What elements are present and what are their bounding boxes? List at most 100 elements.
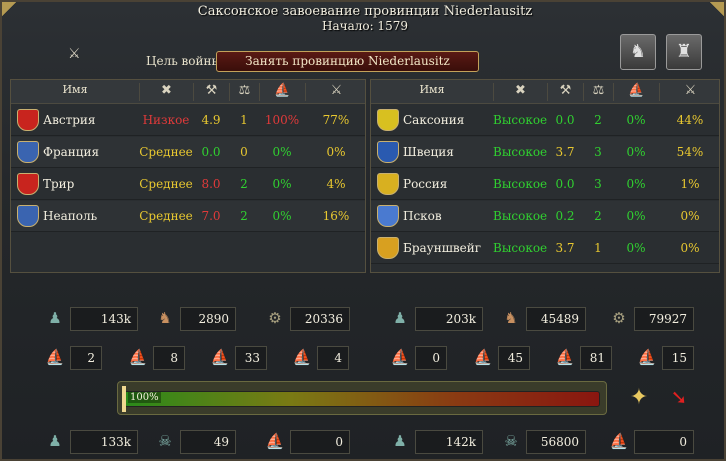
column-name[interactable]: Имя bbox=[371, 83, 493, 101]
galley-icon: ⛵ bbox=[210, 348, 230, 366]
cell-c3: 0% bbox=[626, 241, 646, 255]
war-score-track bbox=[124, 391, 600, 407]
cell-c3: 0% bbox=[272, 145, 292, 159]
attacker-light-ships-value: 8 bbox=[153, 346, 185, 370]
advisors-icon: ♜ bbox=[675, 41, 693, 62]
country-flag-icon bbox=[377, 237, 399, 259]
table-row[interactable]: Брауншвейг Высокое 3.7 1 0% 0% bbox=[371, 233, 719, 264]
cell-c2: 2 bbox=[240, 209, 248, 223]
ship-icon: ⛵ bbox=[609, 432, 629, 450]
cell-c1: 0.0 bbox=[555, 113, 575, 127]
crossed-swords-icon: ✖ bbox=[515, 83, 526, 98]
infantry-icon: ♟ bbox=[393, 432, 407, 450]
leaders-button[interactable]: ♞ bbox=[620, 34, 656, 70]
country-flag-icon bbox=[17, 141, 39, 163]
cell-c1: 0.2 bbox=[555, 209, 575, 223]
ship-icon: ⛵ bbox=[274, 83, 291, 98]
cell-c2: 3 bbox=[594, 145, 602, 159]
country-flag-icon bbox=[17, 173, 39, 195]
war-title: Саксонское завоевание провинции Niederla… bbox=[197, 4, 533, 19]
column-participation[interactable]: ⚔ bbox=[305, 83, 367, 101]
table-row[interactable]: Неаполь Среднее 7.0 2 0% 16% bbox=[11, 201, 365, 232]
defender-transports-value: 15 bbox=[662, 346, 694, 370]
country-flag-icon bbox=[377, 141, 399, 163]
cell-c2: 1 bbox=[594, 241, 602, 255]
advisors-button[interactable]: ♜ bbox=[666, 34, 702, 70]
defender-galleys-value: 81 bbox=[580, 346, 612, 370]
war-score-trend-icon: ➘ bbox=[670, 385, 688, 409]
column-navy[interactable]: ⛵ bbox=[613, 83, 659, 101]
ship-icon: ⛵ bbox=[628, 83, 645, 98]
column-stability[interactable]: ⚖ bbox=[583, 83, 613, 101]
country-name: Псков bbox=[403, 209, 442, 223]
cell-c2: 2 bbox=[240, 177, 248, 191]
leaders-icon: ♞ bbox=[629, 41, 647, 62]
country-name: Саксония bbox=[403, 113, 465, 127]
cell-c1: 7.0 bbox=[201, 209, 221, 223]
cell-c2: 3 bbox=[594, 177, 602, 191]
cell-status: Низкое bbox=[142, 113, 190, 127]
cell-c4: 4% bbox=[326, 177, 346, 191]
war-score-label: 100% bbox=[128, 392, 161, 403]
transport-icon: ⛵ bbox=[637, 348, 657, 366]
column-war-enthusiasm[interactable]: ✖ bbox=[493, 83, 547, 101]
cell-status: Высокое bbox=[493, 241, 548, 255]
skull-icon: ☠ bbox=[504, 432, 518, 450]
scales-icon: ⚖ bbox=[238, 83, 251, 98]
cell-c4: 0% bbox=[680, 241, 700, 255]
heavy-ship-icon: ⛵ bbox=[390, 348, 410, 366]
attacker-galleys-value: 33 bbox=[235, 346, 267, 370]
country-flag-icon bbox=[377, 173, 399, 195]
attackers-table-header: Имя ✖ ⚒ ⚖ ⛵ ⚔ bbox=[11, 80, 365, 104]
defender-ship-losses-value: 0 bbox=[634, 430, 694, 454]
table-row[interactable]: Австрия Низкое 4.9 1 100% 77% bbox=[11, 105, 365, 136]
column-name[interactable]: Имя bbox=[11, 83, 139, 101]
table-row[interactable]: Франция Среднее 0.0 0 0% 0% bbox=[11, 137, 365, 168]
country-name: Швеция bbox=[403, 145, 454, 159]
cell-c2: 1 bbox=[240, 113, 248, 127]
country-flag-icon bbox=[377, 205, 399, 227]
country-name: Австрия bbox=[43, 113, 96, 127]
column-stability[interactable]: ⚖ bbox=[229, 83, 259, 101]
cell-c4: 44% bbox=[676, 113, 704, 127]
defender-artillery-value: 79927 bbox=[634, 307, 694, 331]
attacker-cavalry-value: 2890 bbox=[180, 307, 236, 331]
light-ship-icon: ⛵ bbox=[128, 348, 148, 366]
cell-c4: 0% bbox=[326, 145, 346, 159]
table-row[interactable]: Саксония Высокое 0.0 2 0% 44% bbox=[371, 105, 719, 136]
attacker-infantry-value: 143k bbox=[70, 307, 138, 331]
table-row[interactable]: Трир Среднее 8.0 2 0% 4% bbox=[11, 169, 365, 200]
attacker-transports-value: 4 bbox=[317, 346, 349, 370]
war-goal-box[interactable]: Занять провинцию Niederlausitz bbox=[216, 51, 479, 72]
column-navy[interactable]: ⛵ bbox=[259, 83, 305, 101]
defender-leader-losses-value: 56800 bbox=[526, 430, 586, 454]
cell-status: Среднее bbox=[139, 177, 193, 191]
cell-c1: 0.0 bbox=[201, 145, 221, 159]
heavy-ship-icon: ⛵ bbox=[45, 348, 65, 366]
column-war-exhaustion[interactable]: ⚒ bbox=[193, 83, 229, 101]
column-war-exhaustion[interactable]: ⚒ bbox=[547, 83, 583, 101]
crossed-swords-icon: ⚔ bbox=[68, 46, 81, 62]
cell-c2: 2 bbox=[594, 209, 602, 223]
war-start-date: Начало: 1579 bbox=[322, 19, 408, 33]
defender-infantry-losses-value: 142k bbox=[415, 430, 483, 454]
cell-c3: 0% bbox=[626, 113, 646, 127]
cell-c3: 0% bbox=[626, 209, 646, 223]
defenders-panel: Имя ✖ ⚒ ⚖ ⛵ ⚔ Саксония Высокое 0.0 2 0% 44% Шв… bbox=[370, 79, 720, 273]
hammer-icon: ⚒ bbox=[205, 83, 218, 98]
table-row[interactable]: Россия Высокое 0.0 3 0% 1% bbox=[371, 169, 719, 200]
cell-c3: 0% bbox=[272, 209, 292, 223]
table-row[interactable]: Псков Высокое 0.2 2 0% 0% bbox=[371, 201, 719, 232]
cell-c1: 3.7 bbox=[555, 241, 575, 255]
war-score-marker bbox=[122, 386, 126, 412]
artillery-icon: ⚙ bbox=[612, 309, 626, 327]
table-row[interactable]: Швеция Высокое 3.7 3 0% 54% bbox=[371, 137, 719, 168]
column-war-enthusiasm[interactable]: ✖ bbox=[139, 83, 193, 101]
cell-c4: 0% bbox=[680, 209, 700, 223]
cell-c4: 77% bbox=[322, 113, 350, 127]
cell-c4: 16% bbox=[322, 209, 350, 223]
peace-offer-button[interactable]: ✦ bbox=[625, 385, 653, 413]
cell-status: Высокое bbox=[493, 209, 548, 223]
column-participation[interactable]: ⚔ bbox=[659, 83, 721, 101]
attacker-heavy-ships-value: 2 bbox=[70, 346, 102, 370]
